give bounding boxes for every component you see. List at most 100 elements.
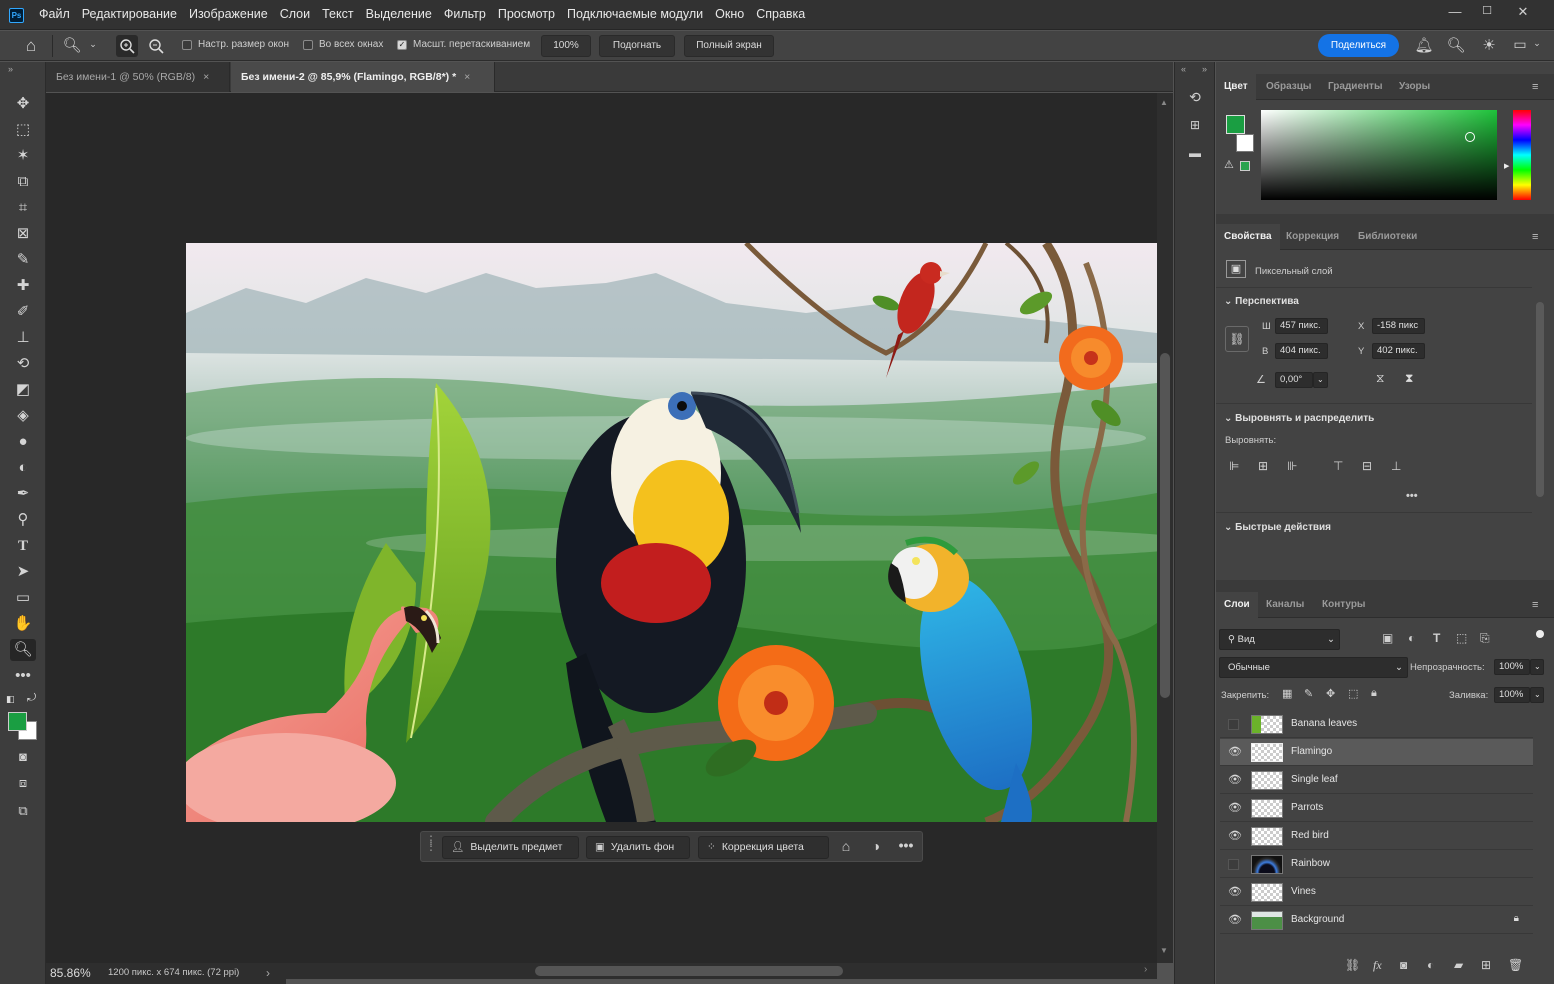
- layer-row-vines[interactable]: 👁︎ Vines: [1220, 879, 1533, 906]
- minimize-icon[interactable]: —: [1444, 4, 1466, 19]
- color-picker-field[interactable]: [1261, 110, 1497, 200]
- lock-position-icon[interactable]: ✥: [1326, 687, 1335, 700]
- eye-icon[interactable]: 👁︎: [1228, 830, 1242, 842]
- plugins-panel-icon[interactable]: ⊞: [1186, 118, 1204, 132]
- menu-view[interactable]: Просмотр: [498, 7, 555, 21]
- lock-icon[interactable]: 🔒︎: [1514, 913, 1519, 924]
- layer-row-rainbow[interactable]: Rainbow: [1220, 851, 1533, 878]
- paint-bucket-tool-icon[interactable]: ◈: [10, 405, 36, 427]
- eye-icon[interactable]: 👁︎: [1228, 746, 1242, 758]
- filter-shape-icon[interactable]: ⬚: [1456, 631, 1467, 645]
- height-field[interactable]: 404 пикс.: [1275, 343, 1328, 359]
- all-windows-checkbox[interactable]: Во всех окнах: [303, 39, 383, 50]
- lock-transparency-icon[interactable]: ▦: [1282, 687, 1292, 700]
- eye-icon[interactable]: 👁︎: [1228, 774, 1242, 786]
- align-left-icon[interactable]: ⊫: [1229, 459, 1239, 473]
- fill-field[interactable]: 100%: [1494, 687, 1530, 703]
- zoom-out-button[interactable]: [145, 35, 167, 57]
- search-icon[interactable]: 🔍︎: [1446, 36, 1466, 54]
- collapse-arrows-icon[interactable]: »: [1202, 64, 1207, 74]
- move-tool-icon[interactable]: ✥: [10, 93, 36, 115]
- blur-tool-icon[interactable]: ●: [10, 431, 36, 453]
- filter-pixel-icon[interactable]: ▣: [1382, 631, 1393, 645]
- lock-artboard-icon[interactable]: ⬚: [1348, 687, 1358, 700]
- comments-panel-icon[interactable]: ▬: [1186, 146, 1204, 160]
- flip-vertical-icon[interactable]: ⧗: [1405, 371, 1413, 386]
- eraser-tool-icon[interactable]: ◩: [10, 379, 36, 401]
- foreground-color-swatch[interactable]: [1226, 115, 1245, 134]
- opacity-field[interactable]: 100%: [1494, 659, 1530, 675]
- filter-type-icon[interactable]: T: [1433, 631, 1440, 645]
- new-adjustment-layer-icon[interactable]: ◐: [1427, 958, 1434, 972]
- link-dimensions-icon[interactable]: ⛓: [1225, 326, 1249, 352]
- align-horizontal-center-icon[interactable]: ⊞: [1258, 459, 1268, 473]
- zoom-in-button[interactable]: [116, 35, 138, 57]
- menu-plugins[interactable]: Подключаемые модули: [567, 7, 703, 21]
- visibility-toggle[interactable]: [1228, 859, 1239, 870]
- menu-image[interactable]: Изображение: [189, 7, 268, 21]
- menu-layers[interactable]: Слои: [280, 7, 310, 21]
- scrubby-zoom-checkbox[interactable]: ✓ Масшт. перетаскиванием: [397, 39, 530, 50]
- menu-edit[interactable]: Редактирование: [82, 7, 177, 21]
- share-button[interactable]: Поделиться: [1318, 34, 1399, 57]
- object-selection-tool-icon[interactable]: ⧉: [10, 171, 36, 193]
- notifications-bell-icon[interactable]: 🔔︎: [1414, 36, 1434, 54]
- scroll-right-icon[interactable]: ›: [1144, 964, 1147, 975]
- dodge-tool-icon[interactable]: ◐: [10, 457, 36, 479]
- chevron-down-icon[interactable]: ⌄: [1530, 687, 1544, 703]
- lock-all-icon[interactable]: 🔒︎: [1371, 687, 1377, 700]
- horizontal-scrollbar[interactable]: ›: [280, 963, 1157, 979]
- frame-tool-icon[interactable]: ⊠: [10, 223, 36, 245]
- remove-background-button[interactable]: ▣ Удалить фон: [586, 836, 690, 859]
- properties-scrollbar[interactable]: [1536, 302, 1544, 497]
- visibility-toggle[interactable]: [1228, 719, 1239, 730]
- new-layer-icon[interactable]: ⊞: [1481, 958, 1491, 972]
- mask-icon[interactable]: ◑: [865, 838, 887, 854]
- discover-lightbulb-icon[interactable]: ☀: [1479, 36, 1499, 54]
- menu-type[interactable]: Текст: [322, 7, 353, 21]
- y-position-field[interactable]: 402 пикс.: [1372, 343, 1425, 359]
- tab-color[interactable]: Цвет: [1216, 74, 1256, 100]
- align-top-icon[interactable]: ⊤: [1333, 459, 1343, 473]
- angle-field[interactable]: 0,00°: [1275, 372, 1313, 388]
- tab-paths[interactable]: Контуры: [1314, 592, 1373, 618]
- tab-swatches[interactable]: Образцы: [1258, 74, 1319, 100]
- quick-actions-section-header[interactable]: ⌄ Быстрые действия: [1224, 522, 1331, 533]
- scroll-down-icon[interactable]: ▼: [1160, 946, 1168, 955]
- align-section-header[interactable]: ⌄ Выровнять и распределить: [1224, 413, 1374, 424]
- hue-slider-arrow-icon[interactable]: ▶: [1504, 162, 1509, 170]
- menu-file[interactable]: Файл: [39, 7, 70, 21]
- tab-patterns[interactable]: Узоры: [1391, 74, 1438, 100]
- path-selection-tool-icon[interactable]: ➤: [10, 561, 36, 583]
- chevron-down-icon[interactable]: ⌄: [1313, 372, 1328, 388]
- more-tools-icon[interactable]: •••: [10, 665, 36, 687]
- eyedropper-tool-icon[interactable]: ✎: [10, 249, 36, 271]
- zoom-tool-icon[interactable]: 🔍︎: [10, 639, 36, 661]
- align-right-icon[interactable]: ⊪: [1287, 459, 1297, 473]
- color-correction-button[interactable]: ⁘ Коррекция цвета: [698, 836, 829, 859]
- marquee-tool-icon[interactable]: ⬚: [10, 119, 36, 141]
- tab-document-2[interactable]: Без имени-2 @ 85,9% (Flamingo, RGB/8*) *…: [231, 62, 495, 92]
- menu-filter[interactable]: Фильтр: [444, 7, 486, 21]
- more-options-icon[interactable]: •••: [895, 837, 917, 853]
- menu-select[interactable]: Выделение: [366, 7, 432, 21]
- brush-tool-icon[interactable]: ✐: [10, 301, 36, 323]
- layer-style-fx-icon[interactable]: fx: [1373, 958, 1382, 973]
- zoom-level[interactable]: 85.86%: [50, 966, 91, 980]
- type-tool-icon[interactable]: T: [10, 535, 36, 557]
- layer-row-background[interactable]: 👁︎ Background 🔒︎: [1220, 907, 1533, 934]
- layer-row-flamingo[interactable]: 👁︎ Flamingo: [1220, 739, 1533, 766]
- tab-gradients[interactable]: Градиенты: [1320, 74, 1391, 100]
- history-brush-tool-icon[interactable]: ⟲: [10, 353, 36, 375]
- color-picker-cursor[interactable]: [1465, 132, 1475, 142]
- tab-properties[interactable]: Свойства: [1216, 224, 1280, 250]
- lasso-tool-icon[interactable]: ✶: [10, 145, 36, 167]
- filter-toggle[interactable]: [1536, 630, 1544, 638]
- close-window-icon[interactable]: ✕: [1512, 4, 1534, 19]
- tab-layers[interactable]: Слои: [1216, 592, 1258, 618]
- flip-horizontal-icon[interactable]: ⧖: [1376, 371, 1384, 386]
- panel-menu-icon[interactable]: ≡: [1532, 599, 1544, 611]
- scroll-thumb[interactable]: [535, 966, 843, 976]
- layer-row-single-leaf[interactable]: 👁︎ Single leaf: [1220, 767, 1533, 794]
- perspective-section-header[interactable]: ⌄ Перспектива: [1224, 296, 1299, 307]
